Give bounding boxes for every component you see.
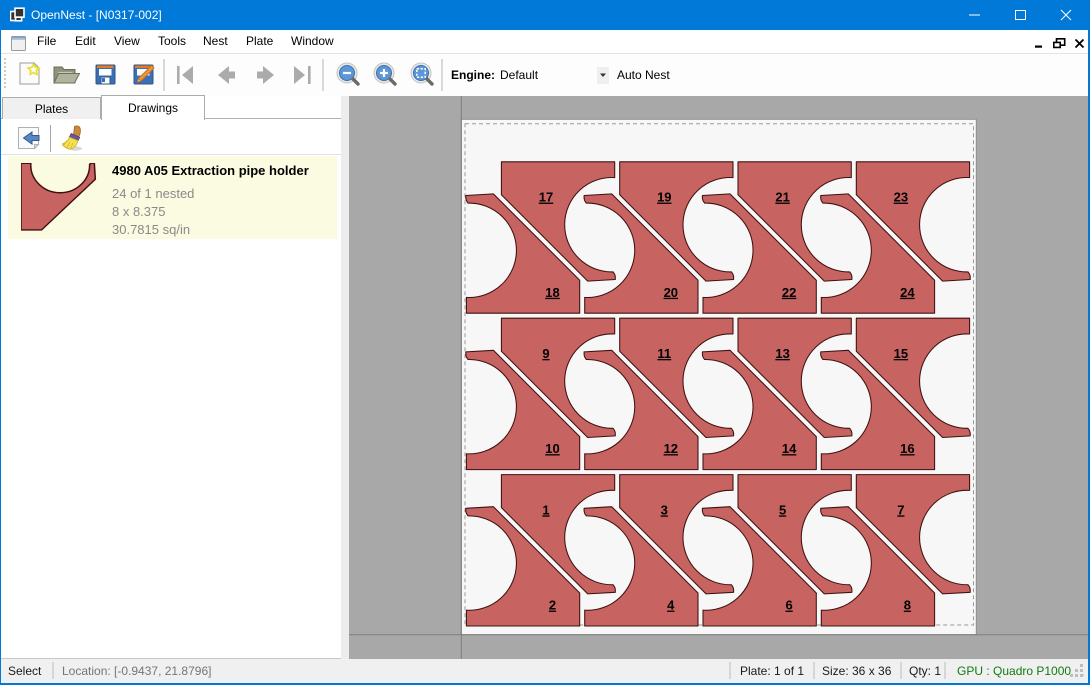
- svg-text:15: 15: [894, 346, 908, 361]
- svg-text:24: 24: [900, 285, 915, 300]
- svg-text:18: 18: [545, 285, 559, 300]
- svg-text:1: 1: [542, 502, 549, 517]
- svg-text:Location: [-0.9437, 21.8796]: Location: [-0.9437, 21.8796]: [62, 664, 211, 678]
- svg-text:GPU : Quadro P1000: GPU : Quadro P1000: [957, 664, 1071, 678]
- svg-text:5: 5: [779, 502, 786, 517]
- svg-text:Size: 36 x 36: Size: 36 x 36: [822, 664, 892, 678]
- svg-text:20: 20: [664, 285, 678, 300]
- svg-text:12: 12: [664, 441, 678, 456]
- svg-text:Qty: 1: Qty: 1: [909, 664, 941, 678]
- svg-text:16: 16: [900, 441, 914, 456]
- svg-text:22: 22: [782, 285, 796, 300]
- svg-text:23: 23: [894, 190, 908, 205]
- svg-text:4: 4: [667, 598, 675, 613]
- svg-text:Plate: 1 of 1: Plate: 1 of 1: [740, 664, 804, 678]
- svg-text:6: 6: [785, 598, 792, 613]
- svg-text:11: 11: [657, 346, 671, 361]
- svg-text:Default: Default: [500, 68, 539, 82]
- svg-text:9: 9: [542, 346, 549, 361]
- svg-text:Auto Nest: Auto Nest: [617, 68, 670, 82]
- svg-text:14: 14: [782, 441, 797, 456]
- svg-text:10: 10: [545, 441, 559, 456]
- svg-text:19: 19: [657, 190, 671, 205]
- svg-text:Engine:: Engine:: [451, 68, 495, 82]
- svg-text:7: 7: [897, 502, 904, 517]
- svg-text:3: 3: [661, 502, 668, 517]
- svg-text:21: 21: [775, 190, 789, 205]
- svg-text:8: 8: [904, 598, 911, 613]
- svg-text:13: 13: [775, 346, 789, 361]
- svg-text:Select: Select: [8, 664, 42, 678]
- svg-text:2: 2: [549, 598, 556, 613]
- svg-text:17: 17: [539, 190, 553, 205]
